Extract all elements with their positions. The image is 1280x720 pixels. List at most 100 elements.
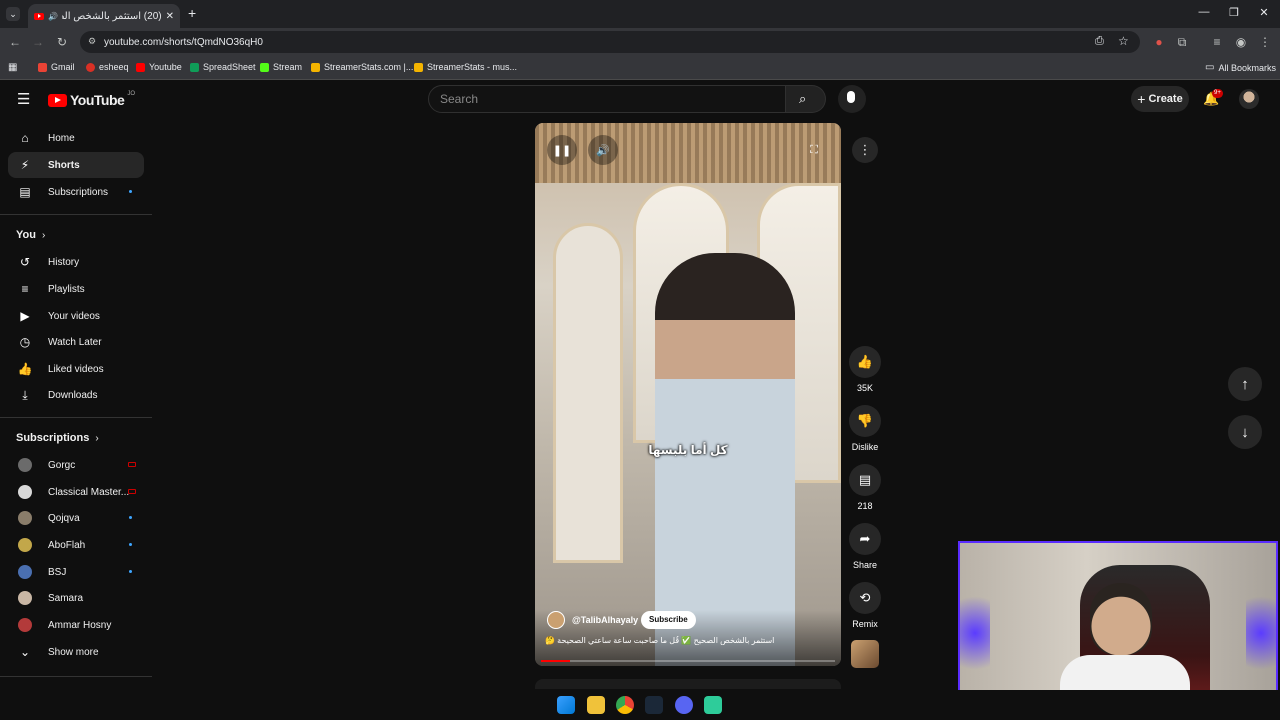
live-indicator-icon xyxy=(128,462,136,467)
bookmark-youtube[interactable]: Youtube xyxy=(136,62,182,72)
channel-name[interactable]: @TalibAlhayaly xyxy=(572,615,638,625)
install-app-icon[interactable]: ⎙ xyxy=(1095,35,1104,48)
youtube-masthead: ☰ YouTube JO Search ⌕ + Create 🔔 9+ xyxy=(0,81,1280,117)
sidebar-show-more[interactable]: ⌄ Show more xyxy=(8,639,144,665)
watch-later-icon: ◷ xyxy=(19,335,31,349)
shorts-video-player[interactable]: ❚❚ 🔊 ⛶ كل أما بلبسها @TalibAlhayaly Subs… xyxy=(535,123,841,666)
volume-icon: 🔊 xyxy=(596,144,610,157)
channel-avatar xyxy=(18,565,32,579)
channel-avatar xyxy=(18,538,32,552)
sidebar-you-header[interactable]: You › xyxy=(16,229,45,241)
sidebar-item-your-videos[interactable]: ▶ Your videos xyxy=(8,303,144,329)
subscribe-button[interactable]: Subscribe xyxy=(641,611,696,629)
profile-icon[interactable]: ◉ xyxy=(1234,35,1248,49)
chevron-right-icon: › xyxy=(41,229,46,241)
channel-avatar xyxy=(18,618,32,632)
minimize-icon[interactable]: — xyxy=(1196,6,1212,18)
volume-button[interactable]: 🔊 xyxy=(588,135,618,165)
youtube-logo-icon xyxy=(48,93,67,107)
address-bar[interactable]: ⚙ youtube.com/shorts/tQmdNO36qH0 ⎙ ☆ xyxy=(80,31,1140,53)
share-button[interactable]: ➦ Share xyxy=(849,523,881,570)
sidebar-channel-classical[interactable]: Classical Master... xyxy=(8,479,144,505)
video-title[interactable]: استثمر بالشخص الصحيح ✅ قُل ما صاحبت ساعة… xyxy=(545,636,831,645)
bookmark-streamerstats[interactable]: StreamerStats.com |... xyxy=(311,62,413,72)
browser-tab[interactable]: 🔊 (20) استثمر بالشخص الصحيح ✕ xyxy=(28,4,180,28)
close-window-icon[interactable]: ✕ xyxy=(1256,6,1272,19)
sidebar-item-shorts[interactable]: ⚡ Shorts xyxy=(8,152,144,178)
steam-icon[interactable] xyxy=(645,696,663,714)
windows-start-icon[interactable] xyxy=(557,696,575,714)
like-button[interactable]: 👍 35K xyxy=(849,346,881,393)
account-avatar[interactable] xyxy=(1239,89,1259,109)
forward-icon[interactable]: → xyxy=(31,35,45,49)
pause-icon: ❚❚ xyxy=(552,144,572,157)
sidebar-channel-bsj[interactable]: BSJ xyxy=(8,559,144,585)
more-options-icon[interactable]: ⋮ xyxy=(852,137,878,163)
bookmark-esheeq[interactable]: esheeq xyxy=(86,62,129,72)
ceiling-slats xyxy=(535,123,841,183)
pause-button[interactable]: ❚❚ xyxy=(547,135,577,165)
search-input[interactable]: Search xyxy=(428,85,786,113)
media-control-icon[interactable]: ≡ xyxy=(1210,35,1224,49)
comments-button[interactable]: ▤ 218 xyxy=(849,464,881,511)
youtube-favicon-icon xyxy=(34,12,44,20)
sidebar-channel-gorgc[interactable]: Gorgc xyxy=(8,452,144,478)
bookmark-gmail[interactable]: Gmail xyxy=(38,62,75,72)
chrome-menu-icon[interactable]: ⋮ xyxy=(1258,35,1272,49)
search-button[interactable]: ⌕ xyxy=(786,85,826,113)
search-icon: ⌕ xyxy=(799,91,807,106)
apps-icon[interactable]: ▦ xyxy=(8,62,17,73)
microphone-icon xyxy=(847,91,855,103)
youtube-logo[interactable]: YouTube JO xyxy=(48,91,135,108)
discord-icon[interactable] xyxy=(675,696,693,714)
guide-menu-icon[interactable]: ☰ xyxy=(17,90,30,108)
tab-audio-icon[interactable]: 🔊 xyxy=(48,12,58,21)
sidebar-channel-aboflah[interactable]: AboFlah xyxy=(8,532,144,558)
reload-icon[interactable]: ↻ xyxy=(55,35,69,49)
new-tab-icon[interactable]: + xyxy=(188,5,196,21)
tab-search-icon[interactable]: ⌄ xyxy=(6,7,20,21)
sidebar-item-downloads[interactable]: ⤓ Downloads xyxy=(8,382,144,408)
sidebar-item-watch-later[interactable]: ◷ Watch Later xyxy=(8,329,144,355)
tab-close-icon[interactable]: ✕ xyxy=(166,11,174,22)
sidebar-item-subscriptions[interactable]: ▤ Subscriptions xyxy=(8,179,144,205)
sidebar-item-liked-videos[interactable]: 👍 Liked videos xyxy=(8,356,144,382)
sidebar-subscriptions-header[interactable]: Subscriptions › xyxy=(16,432,99,444)
sidebar-channel-samara[interactable]: Samara xyxy=(8,585,144,611)
sidebar-item-history[interactable]: ↺ History xyxy=(8,249,144,275)
all-bookmarks[interactable]: ▭ All Bookmarks xyxy=(1205,62,1276,73)
remix-icon: ⟲ xyxy=(849,582,881,614)
extension-red-icon[interactable]: ● xyxy=(1152,35,1166,49)
bookmark-streamerstats-mus[interactable]: StreamerStats - mus... xyxy=(414,62,517,72)
sidebar-channel-qojqva[interactable]: Qojqva xyxy=(8,505,144,531)
sidebar-item-playlists[interactable]: ≡ Playlists xyxy=(8,276,144,302)
bookmark-star-icon[interactable]: ☆ xyxy=(1118,34,1129,48)
restore-icon[interactable]: ❐ xyxy=(1226,6,1242,19)
video-progress-bar[interactable] xyxy=(541,660,835,662)
back-icon[interactable]: ← xyxy=(8,35,22,49)
sidebar-item-home[interactable]: ⌂ Home xyxy=(8,125,144,151)
audio-thumbnail[interactable] xyxy=(851,640,879,668)
channel-avatar xyxy=(18,591,32,605)
site-info-icon[interactable]: ⚙ xyxy=(88,36,96,47)
channel-avatar xyxy=(18,485,32,499)
fullscreen-button[interactable]: ⛶ xyxy=(799,135,829,165)
voice-search-button[interactable] xyxy=(838,85,866,113)
chevron-right-icon: › xyxy=(95,432,99,444)
channel-avatar[interactable] xyxy=(547,611,565,629)
file-explorer-icon[interactable] xyxy=(587,696,605,714)
chrome-taskbar-icon[interactable] xyxy=(616,696,634,714)
your-videos-icon: ▶ xyxy=(20,309,30,323)
bookmark-spreadsheet[interactable]: SpreadSheet xyxy=(190,62,256,72)
dislike-button[interactable]: 👎 Dislike xyxy=(849,405,881,452)
extensions-icon[interactable]: ⧉ xyxy=(1175,35,1189,49)
create-button[interactable]: + Create xyxy=(1131,86,1189,112)
playlists-icon: ≡ xyxy=(21,282,29,296)
notifications-badge: 9+ xyxy=(1212,89,1223,98)
app-icon[interactable] xyxy=(704,696,722,714)
next-short-button[interactable]: ↓ xyxy=(1228,415,1262,449)
sidebar-channel-ammar-hosny[interactable]: Ammar Hosny xyxy=(8,612,144,638)
bookmark-stream[interactable]: Stream xyxy=(260,62,302,72)
previous-short-button[interactable]: ↑ xyxy=(1228,367,1262,401)
remix-button[interactable]: ⟲ Remix xyxy=(849,582,881,629)
